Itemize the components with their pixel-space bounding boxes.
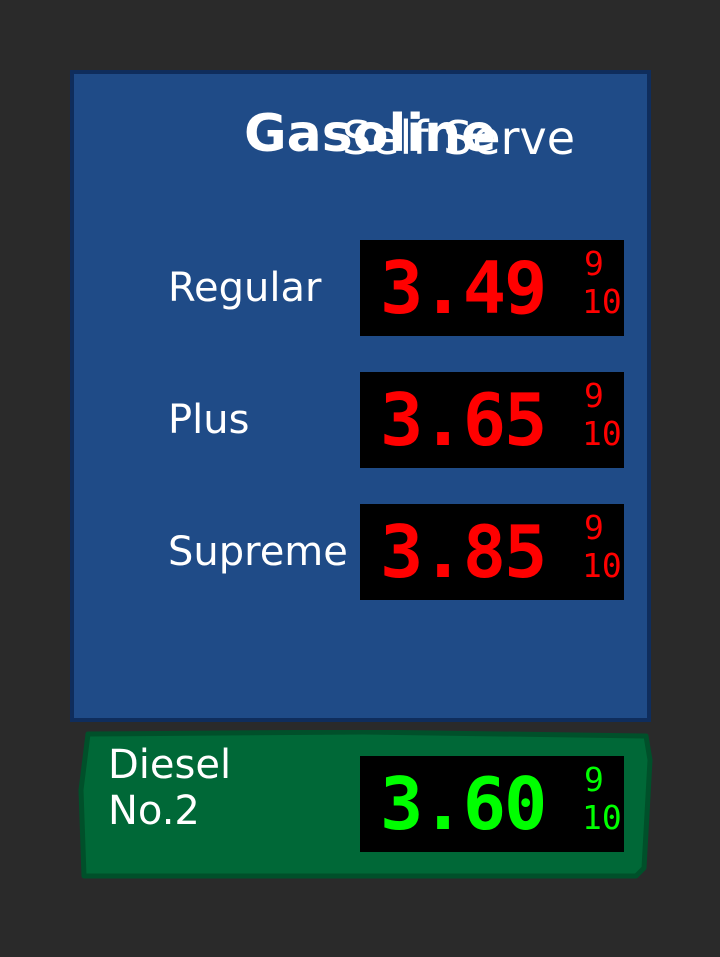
grade-supreme-label: Supreme xyxy=(168,529,348,575)
diesel-sign-panel: Diesel No.2 3.60 9 10 xyxy=(78,730,654,880)
diesel-label-line1: Diesel xyxy=(108,742,232,788)
diesel-fraction-numerator: 9 xyxy=(584,760,604,799)
grade-plus-label: Plus xyxy=(168,397,250,443)
regular-fraction-denominator: 10 xyxy=(582,282,622,321)
supreme-fraction-denominator: 10 xyxy=(582,546,622,585)
diesel-price-display: 3.60 9 10 xyxy=(360,756,624,852)
diesel-label: Diesel No.2 xyxy=(108,742,231,834)
plus-price-display: 3.65 9 10 xyxy=(360,372,624,468)
gasoline-sign-panel: Gasoline Self Serve Regular 3.49 9 10 Pl… xyxy=(70,70,651,722)
regular-fraction-numerator: 9 xyxy=(584,244,604,283)
plus-price: 3.65 xyxy=(380,378,547,462)
diesel-label-line2: No.2 xyxy=(108,788,200,834)
diesel-fraction-denominator: 10 xyxy=(582,798,622,837)
supreme-price-display: 3.85 9 10 xyxy=(360,504,624,600)
plus-fraction-numerator: 9 xyxy=(584,376,604,415)
regular-price-display: 3.49 9 10 xyxy=(360,240,624,336)
supreme-fraction-numerator: 9 xyxy=(584,508,604,547)
regular-price: 3.49 xyxy=(380,246,547,330)
diesel-price: 3.60 xyxy=(380,762,547,846)
sign-subtitle: Self Serve xyxy=(342,111,576,165)
plus-fraction-denominator: 10 xyxy=(582,414,622,453)
grade-regular-label: Regular xyxy=(168,265,322,311)
supreme-price: 3.85 xyxy=(380,510,547,594)
